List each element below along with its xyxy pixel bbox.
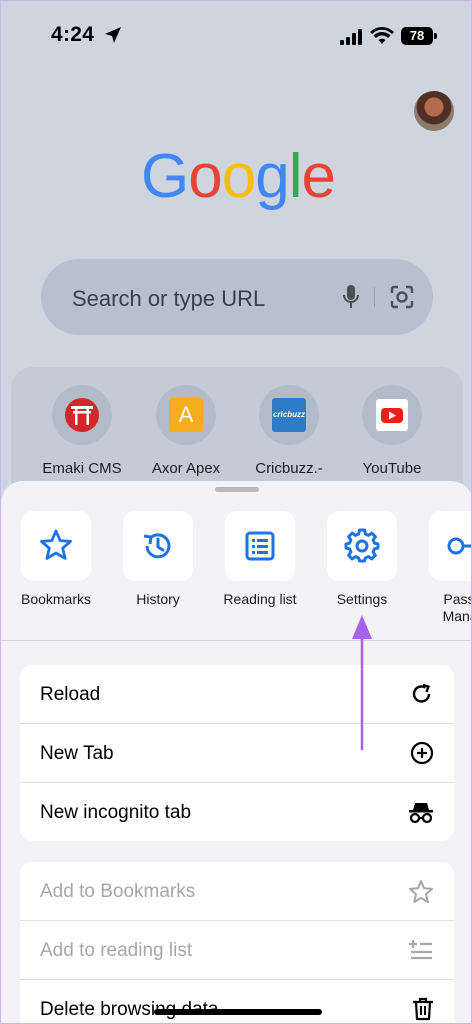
action-label: PasswManag — [442, 591, 471, 624]
location-arrow-icon — [105, 27, 121, 43]
menu-item-label: New Tab — [40, 743, 114, 764]
shortcut-cricbuzz[interactable]: cricbuzz Cricbuzz.- — [239, 385, 339, 477]
action-history[interactable]: History — [107, 511, 209, 608]
shortcut-label: Emaki CMS — [42, 460, 122, 477]
menu-item-add-to-reading-list[interactable]: Add to reading list — [20, 921, 454, 980]
menu-item-new-incognito-tab[interactable]: New incognito tab — [20, 783, 454, 841]
microphone-icon[interactable] — [341, 283, 361, 311]
overflow-menu-sheet: Bookmarks History Reading list Settings … — [1, 481, 471, 1023]
menu-group-primary: Reload New Tab New incognito tab — [20, 665, 454, 841]
menu-item-add-to-bookmarks[interactable]: Add to Bookmarks — [20, 862, 454, 921]
menu-item-new-tab[interactable]: New Tab — [20, 724, 454, 783]
gear-icon — [344, 528, 380, 563]
key-icon — [447, 537, 471, 555]
sheet-divider — [1, 640, 471, 641]
screen: 4:24 78 Google Search or type URL Emaki … — [0, 0, 472, 1024]
action-password-manager[interactable]: PasswManag — [413, 511, 471, 625]
menu-item-delete-browsing-data[interactable]: Delete browsing data — [20, 980, 454, 1023]
action-settings[interactable]: Settings — [311, 511, 413, 608]
shortcut-emaki-cms[interactable]: Emaki CMS — [32, 385, 132, 477]
search-placeholder: Search or type URL — [72, 286, 266, 311]
profile-avatar[interactable] — [414, 91, 454, 131]
menu-item-reload[interactable]: Reload — [20, 665, 454, 724]
action-label: Settings — [336, 591, 388, 607]
shortcut-axor-apex[interactable]: A Axor Apex — [136, 385, 236, 477]
reading-list-icon — [245, 531, 275, 561]
search-bar[interactable]: Search or type URL — [41, 259, 433, 335]
torii-gate-icon — [65, 398, 99, 432]
google-logo: Google — [141, 142, 336, 211]
star-outline-icon — [409, 880, 433, 903]
lens-camera-icon[interactable] — [389, 284, 415, 310]
action-bookmarks[interactable]: Bookmarks — [5, 511, 107, 608]
home-indicator[interactable] — [154, 1009, 322, 1015]
action-label: Reading list — [223, 591, 297, 607]
action-reading-list[interactable]: Reading list — [209, 511, 311, 608]
shortcut-youtube[interactable]: YouTube — [342, 385, 442, 477]
menu-item-label: Add to reading list — [40, 940, 193, 961]
star-icon — [40, 529, 72, 560]
reload-icon — [412, 683, 431, 703]
annotation-arrow — [352, 615, 372, 751]
menu-group-secondary: Add to Bookmarks Add to reading list Del… — [20, 862, 454, 1023]
action-label: History — [136, 591, 180, 607]
status-bar: 4:24 78 — [1, 1, 471, 71]
cellular-signal-icon — [340, 29, 362, 45]
search-separator — [374, 287, 375, 307]
wifi-icon — [370, 27, 394, 44]
sheet-handle[interactable] — [215, 487, 259, 492]
shortcut-label: Cricbuzz.- — [255, 460, 323, 477]
menu-item-label: Add to Bookmarks — [40, 881, 196, 902]
shortcut-label: YouTube — [362, 460, 422, 477]
trash-icon — [413, 997, 433, 1021]
add-reading-list-icon — [409, 940, 432, 960]
battery-indicator: 78 — [401, 27, 437, 45]
menu-item-label: New incognito tab — [40, 802, 192, 823]
menu-item-label: Reload — [40, 684, 101, 705]
incognito-icon — [409, 803, 433, 824]
action-label: Bookmarks — [20, 591, 92, 607]
status-time: 4:24 — [51, 23, 95, 46]
cricbuzz-logo: cricbuzz — [272, 398, 306, 432]
youtube-icon — [376, 399, 408, 431]
plus-circle-icon — [410, 741, 434, 765]
history-icon — [143, 533, 171, 559]
shortcut-label: Axor Apex — [151, 460, 221, 477]
axor-apex-logo: A — [169, 398, 203, 432]
